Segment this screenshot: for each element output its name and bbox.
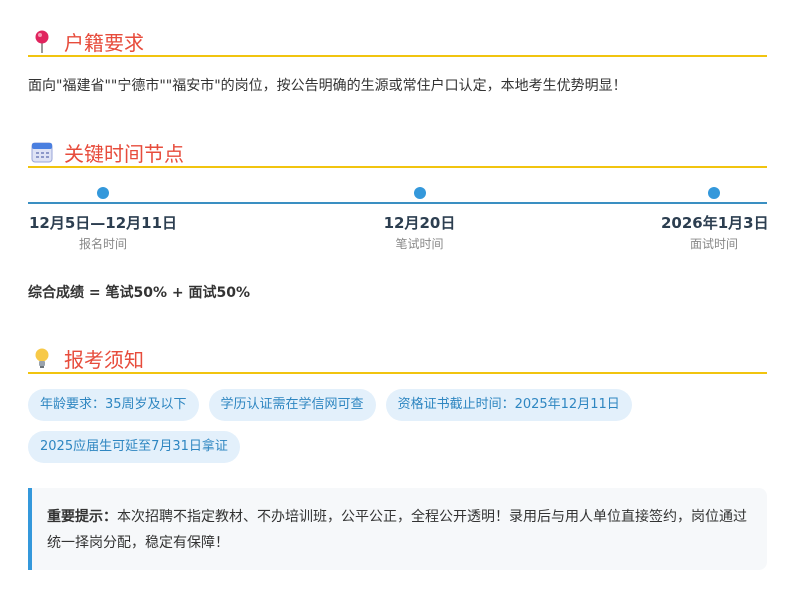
section-title: 关键时间节点 (64, 142, 184, 166)
section-header-timeline: 关键时间节点 (28, 126, 767, 168)
timeline-label: 报名时间 (78, 237, 127, 251)
timeline-item: 12月5日—12月11日 报名时间 (28, 184, 178, 254)
timeline-item: 2026年1月3日 面试时间 (661, 184, 769, 254)
section-title: 报考须知 (64, 348, 144, 372)
tag: 2025应届生可延至7月31日拿证 (28, 431, 240, 463)
notice-text: 本次招聘不指定教材、不办培训班，公平公正，全程公开透明！录用后与用人单位直接签约… (47, 509, 747, 551)
timeline-label: 笔试时间 (395, 237, 444, 251)
tag: 学历认证需在学信网可查 (208, 389, 376, 421)
lightbulb-icon (35, 348, 49, 368)
section-title: 户籍要求 (64, 31, 144, 55)
section-header-household: 户籍要求 (28, 15, 767, 57)
requirement-tags: 年龄要求：35周岁及以下 学历认证需在学信网可查 资格证书截止时间：2025年1… (28, 389, 767, 463)
timeline-date: 12月20日 (383, 214, 456, 232)
section-header-notice: 报考须知 (28, 332, 767, 374)
calendar-icon (31, 142, 53, 163)
pushpin-icon (35, 30, 49, 53)
tag: 年龄要求：35周岁及以下 (28, 389, 199, 421)
notice-label: 重要提示： (47, 509, 117, 525)
tag: 资格证书截止时间：2025年12月11日 (385, 389, 632, 421)
timeline-dot (413, 187, 426, 199)
timeline-item: 12月20日 笔试时间 (383, 184, 456, 254)
timeline-dot (708, 187, 720, 199)
score-formula: 综合成绩 = 笔试50% + 面试50% (28, 285, 250, 301)
important-notice: 重要提示：本次招聘不指定教材、不办培训班，公平公正，全程公开透明！录用后与用人单… (28, 488, 767, 570)
timeline: 12月5日—12月11日 报名时间 12月20日 笔试时间 2026年1月3日 … (28, 184, 769, 254)
timeline-label: 面试时间 (689, 237, 738, 251)
household-text: 面向"福建省""宁德市""福安市"的岗位，按公告明确的生源或常住户口认定，本地考… (28, 78, 627, 94)
timeline-date: 12月5日—12月11日 (28, 214, 178, 232)
timeline-date: 2026年1月3日 (661, 214, 769, 232)
timeline-dot (97, 187, 109, 199)
